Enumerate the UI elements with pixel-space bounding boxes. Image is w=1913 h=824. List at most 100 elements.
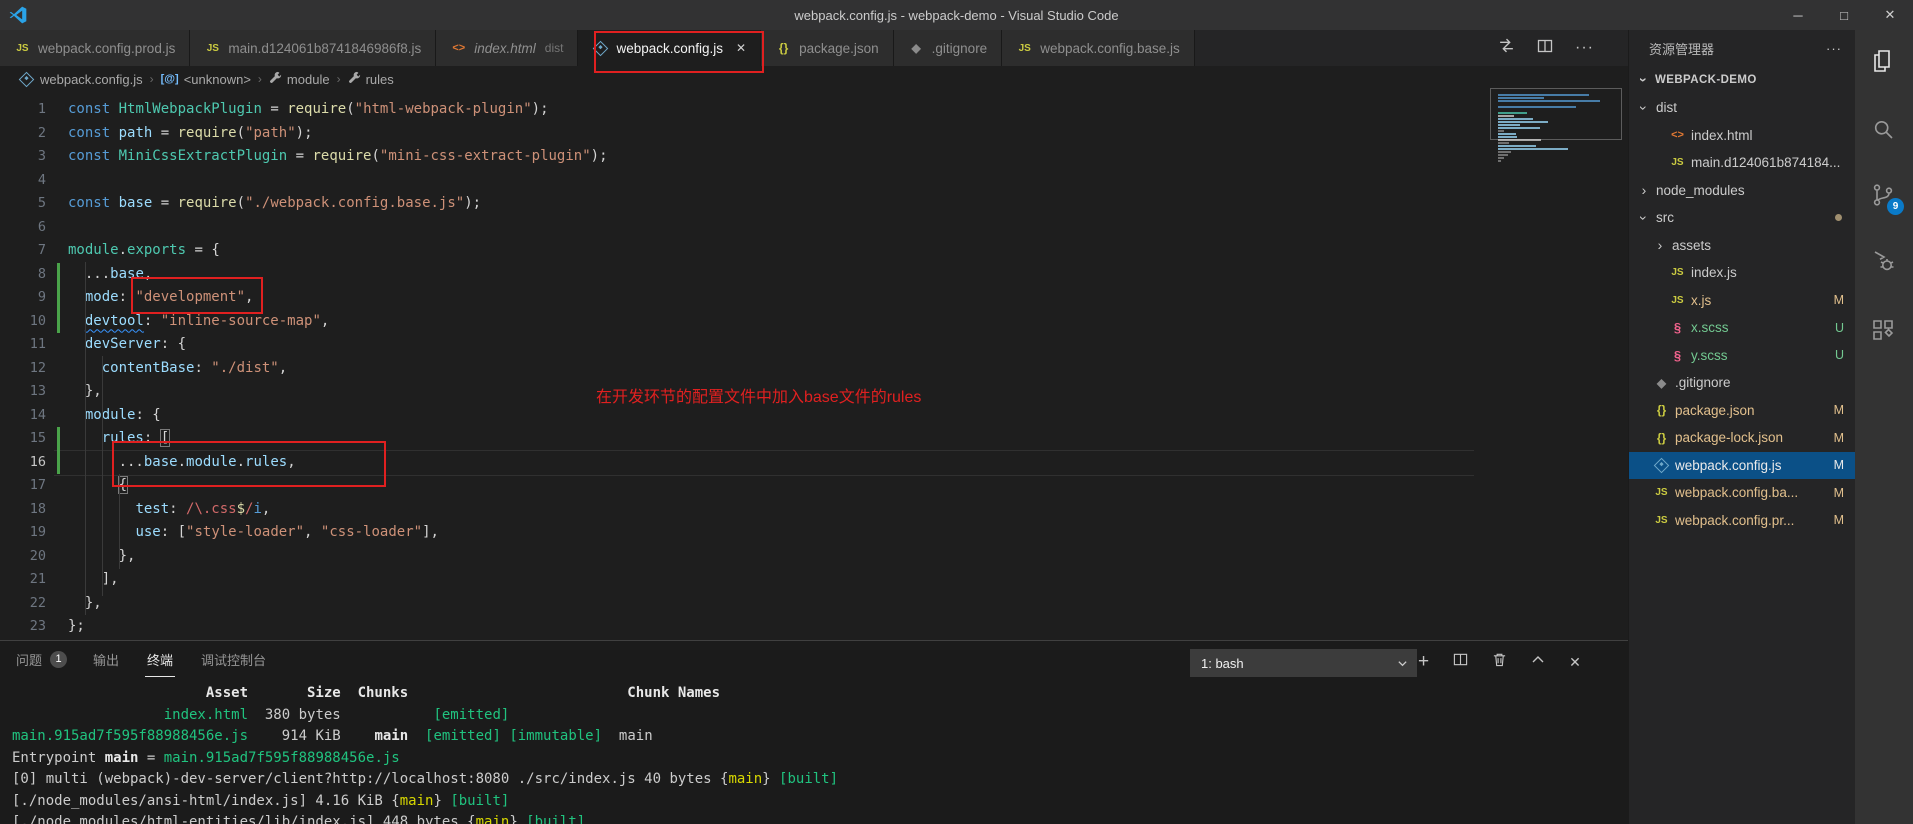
code-line[interactable]: 14 module: { <box>0 404 1470 428</box>
code-line[interactable]: 17 { <box>0 474 1470 498</box>
panel-tab-问题[interactable]: 问题 1 <box>16 650 68 669</box>
code-line-content: ], <box>68 571 119 587</box>
js-icon: JS <box>16 42 29 54</box>
file-tree-item-src[interactable]: › src <box>1629 204 1856 232</box>
code-line[interactable]: 22 }, <box>0 592 1470 616</box>
tab-webpack.config.prod.js[interactable]: JS webpack.config.prod.js <box>0 30 191 66</box>
code-line[interactable]: 9 mode: "development", <box>0 286 1470 310</box>
new-terminal-icon[interactable]: + <box>1418 651 1429 673</box>
file-tree-item-package-lock.json[interactable]: {} package-lock.json M <box>1629 424 1856 452</box>
close-icon[interactable]: ✕ <box>736 41 746 55</box>
scss-icon: § <box>1673 347 1682 363</box>
code-line[interactable]: 11 devServer: { <box>0 333 1470 357</box>
tab-webpack.config.js[interactable]: webpack.config.js ✕ <box>578 30 764 73</box>
code-line[interactable]: 5 const base = require("./webpack.config.… <box>0 192 1470 216</box>
code-line[interactable]: 19 use: ["style-loader", "css-loader"], <box>0 521 1470 545</box>
split-editor-icon[interactable] <box>1537 38 1553 59</box>
search-icon[interactable] <box>1870 116 1898 144</box>
panel-tab-调试控制台[interactable]: 调试控制台 <box>201 650 266 669</box>
tab-index.html[interactable]: <> index.html dist <box>436 30 579 66</box>
breadcrumb-item-unknown[interactable]: [@] <unknown> <box>161 72 251 87</box>
terminal-line: Entrypoint main = main.915ad7f595f889884… <box>12 749 400 766</box>
git-status-badge: M <box>1833 485 1844 500</box>
terminal-shell-select[interactable]: 1: bash <box>1190 649 1417 677</box>
js-icon: JS <box>1671 294 1684 306</box>
code-line[interactable]: 15 rules: [ <box>0 427 1470 451</box>
breadcrumb-label: module <box>286 71 330 87</box>
extensions-icon[interactable] <box>1870 316 1898 344</box>
debug-icon[interactable] <box>1870 248 1898 276</box>
tab-label: webpack.config.base.js <box>1040 40 1180 56</box>
file-tree-item-x.js[interactable]: JS x.js M <box>1629 287 1856 315</box>
close-icon[interactable]: ✕ <box>1569 654 1581 671</box>
minimap-line <box>1498 118 1534 120</box>
tab-label: package.json <box>799 40 879 56</box>
breadcrumb-item-module[interactable]: module <box>269 71 330 87</box>
file-tree-item-package.json[interactable]: {} package.json M <box>1629 397 1856 425</box>
sidebar-title: 资源管理器 <box>1649 41 1715 57</box>
code-line[interactable]: 2 const path = require("path"); <box>0 122 1470 146</box>
code-line[interactable]: 20 }, <box>0 545 1470 569</box>
code-editor[interactable]: 1 const HtmlWebpackPlugin = require("html… <box>0 98 1470 639</box>
minimize-button[interactable]: ─ <box>1775 0 1821 30</box>
explorer-root-folder[interactable]: › WEBPACK-DEMO <box>1629 66 1856 94</box>
file-tree-item-webpack.config.js[interactable]: webpack.config.js M <box>1629 451 1856 479</box>
terminal-output[interactable]: Asset Size Chunks Chunk Names index.html… <box>12 683 838 824</box>
breadcrumb-item-webpackconfigjs[interactable]: webpack.config.js <box>18 71 143 87</box>
files-icon[interactable] <box>1870 48 1898 76</box>
breadcrumb-label: rules <box>365 71 394 87</box>
code-line[interactable]: 6 <box>0 216 1470 240</box>
file-tree-item-node_modules[interactable]: › node_modules <box>1629 177 1856 205</box>
close-button[interactable]: ✕ <box>1867 0 1913 30</box>
tab-webpack.config.base.js[interactable]: JS webpack.config.base.js <box>1002 30 1195 66</box>
file-tree-item-webpack.config.ba...[interactable]: JS webpack.config.ba... M <box>1629 479 1856 507</box>
breadcrumb-item-rules[interactable]: rules <box>348 71 394 87</box>
file-tree-item-main.d124061b874184...[interactable]: JS main.d124061b874184... <box>1629 149 1856 177</box>
file-tree-item-webpack.config.pr...[interactable]: JS webpack.config.pr... M <box>1629 507 1856 535</box>
file-tree-item-assets[interactable]: › assets <box>1629 232 1856 260</box>
problems-count-badge: 1 <box>50 650 68 668</box>
code-line[interactable]: 3 const MiniCssExtractPlugin = require("m… <box>0 145 1470 169</box>
code-line[interactable]: 12 contentBase: "./dist", <box>0 357 1470 381</box>
tab-.gitignore[interactable]: ◆ .gitignore <box>893 30 1003 66</box>
code-line[interactable]: 18 test: /\.css$/i, <box>0 498 1470 522</box>
breadcrumb-separator: › <box>257 72 262 86</box>
panel-tab-终端[interactable]: 终端 <box>145 641 176 677</box>
minimap-line <box>1498 115 1514 117</box>
code-line[interactable]: 1 const HtmlWebpackPlugin = require("html… <box>0 98 1470 122</box>
line-number: 15 <box>29 430 46 446</box>
code-line-content: const path = require("path"); <box>68 124 313 141</box>
code-line[interactable]: 10 devtool: "inline-source-map", <box>0 310 1470 334</box>
tab-main.d124061b8741846986f8.js[interactable]: JS main.d124061b8741846986f8.js <box>190 30 437 66</box>
compare-icon[interactable] <box>1498 37 1515 59</box>
split-terminal-icon[interactable] <box>1453 652 1468 672</box>
panel-tab-输出[interactable]: 输出 <box>93 650 119 669</box>
code-line[interactable]: 4 <box>0 169 1470 193</box>
file-tree-item-.gitignore[interactable]: ◆ .gitignore <box>1629 369 1856 397</box>
tab-package.json[interactable]: {} package.json <box>761 30 894 66</box>
file-tree-item-x.scss[interactable]: § x.scss U <box>1629 314 1856 342</box>
file-tree-item-dist[interactable]: › dist <box>1629 94 1856 122</box>
file-tree-item-index.js[interactable]: JS index.js <box>1629 259 1856 287</box>
git-status-badge: U <box>1834 320 1844 335</box>
code-line[interactable]: 21 ], <box>0 568 1470 592</box>
code-line[interactable]: 8 ...base, <box>0 263 1470 287</box>
chevron-up-icon[interactable] <box>1531 653 1545 672</box>
file-tree-item-index.html[interactable]: <> index.html <box>1629 122 1856 150</box>
more-icon[interactable]: ··· <box>1575 39 1594 57</box>
maximize-button[interactable]: □ <box>1821 0 1867 30</box>
code-line[interactable]: 7 module.exports = { <box>0 239 1470 263</box>
code-line-content: }; <box>68 618 85 634</box>
breadcrumb[interactable]: webpack.config.js › [@] <unknown> › module › ru… <box>0 66 1646 92</box>
tab-label: webpack.config.prod.js <box>38 40 176 56</box>
more-icon[interactable]: ··· <box>1826 41 1842 56</box>
annotation-note: 在开发环节的配置文件中加入base文件的rules <box>596 389 922 406</box>
code-line-content: use: ["style-loader", "css-loader"], <box>135 524 439 540</box>
file-tree-item-y.scss[interactable]: § y.scss U <box>1629 342 1856 370</box>
minimap[interactable] <box>1490 88 1624 388</box>
source-control-icon[interactable]: 9 <box>1870 182 1904 215</box>
trash-icon[interactable] <box>1492 652 1507 672</box>
code-line[interactable]: 23}; <box>0 615 1470 639</box>
editor-actions: ··· <box>1498 30 1594 66</box>
minimap-line <box>1498 157 1505 159</box>
